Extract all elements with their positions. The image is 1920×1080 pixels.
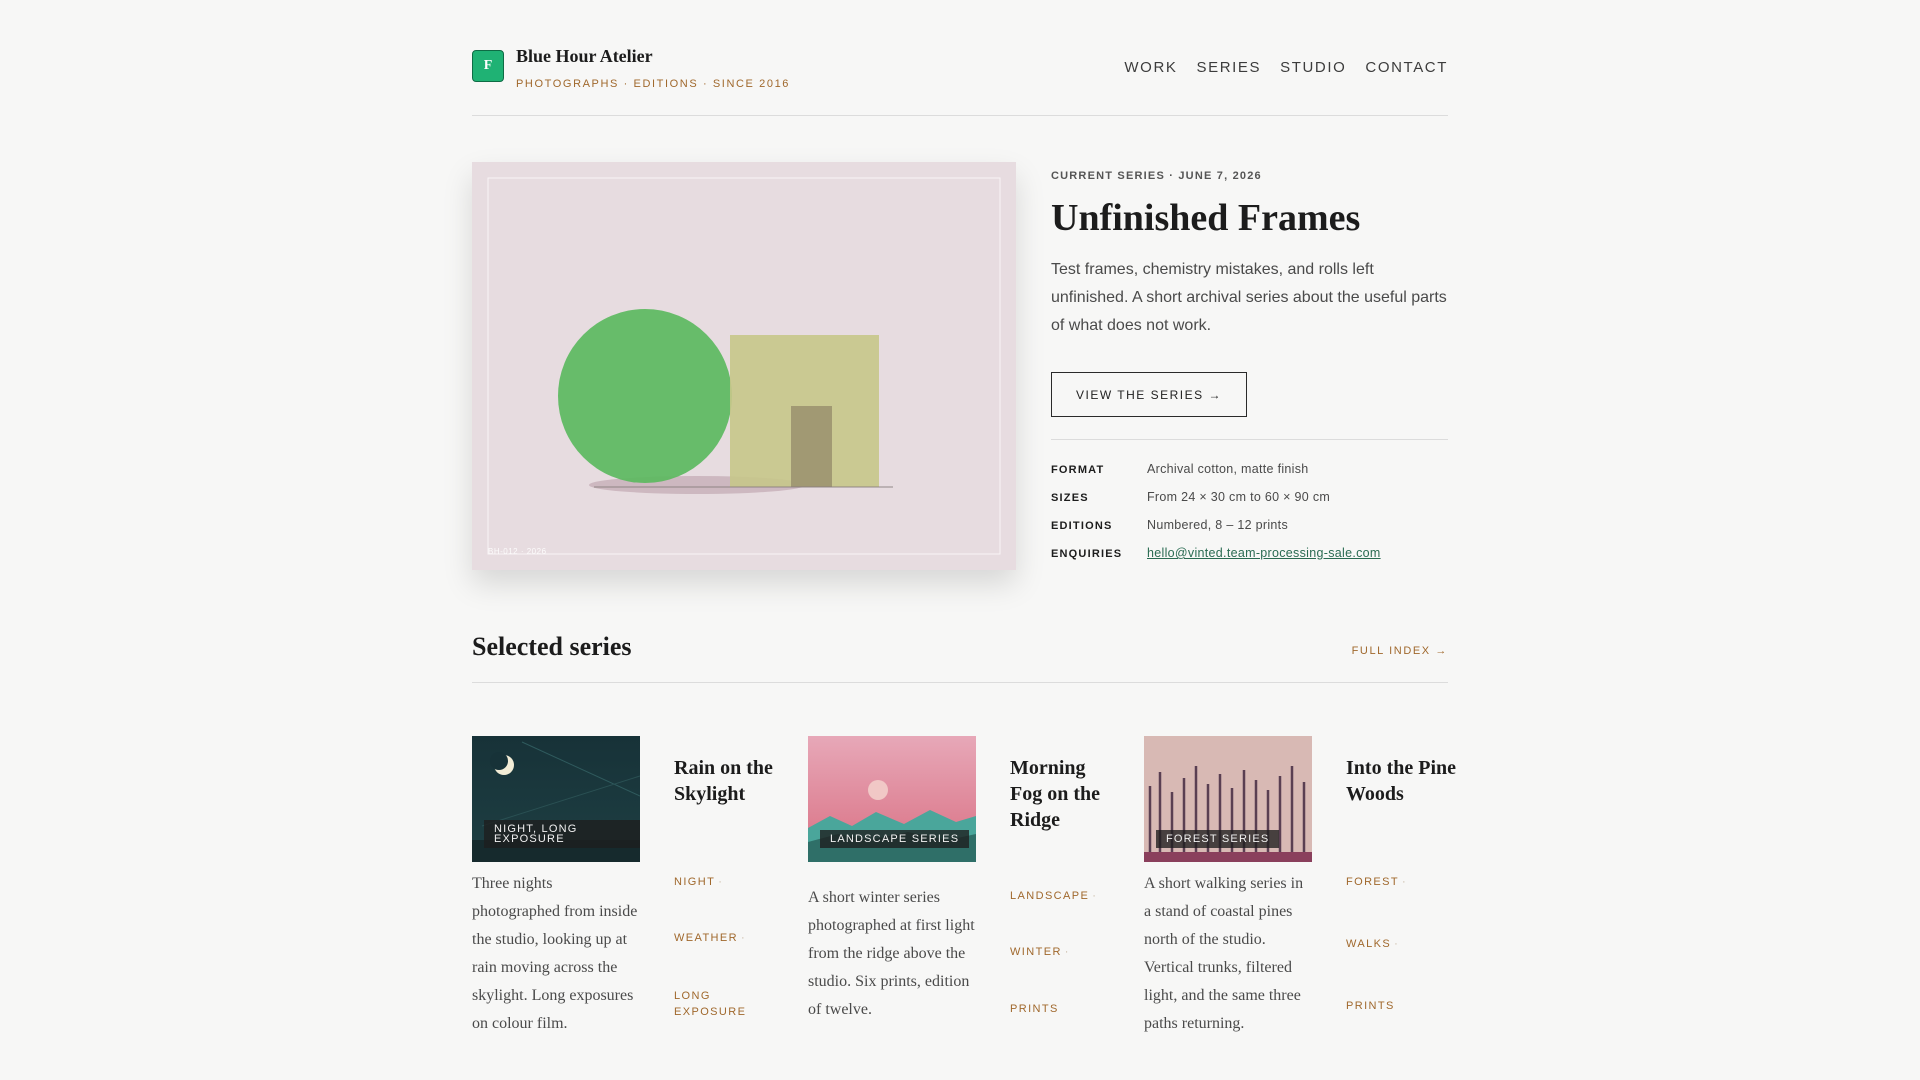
divider xyxy=(472,682,1448,683)
meta-row-format: FORMAT Archival cotton, matte finish xyxy=(1051,462,1448,490)
full-index-link[interactable]: FULL INDEX → xyxy=(1352,645,1448,657)
tag-prints[interactable]: PRINTS xyxy=(1346,998,1395,1014)
meta-row-enquiries: ENQUIRIES hello@vinted.team-processing-s… xyxy=(1051,546,1448,574)
tag-winter[interactable]: WINTER · xyxy=(1010,944,1070,960)
card-title[interactable]: Into the Pine Woods xyxy=(1346,755,1456,807)
enquiries-email-link[interactable]: hello@vinted.team-processing-sale.com xyxy=(1147,546,1381,560)
view-series-button[interactable]: VIEW THE SERIES → xyxy=(1051,372,1247,417)
tag-landscape[interactable]: LANDSCAPE · xyxy=(1010,888,1097,904)
tag-prints[interactable]: PRINTS xyxy=(1010,1001,1059,1017)
tag-label: LONG EXPOSURE xyxy=(674,990,747,1018)
hero-eyebrow: CURRENT SERIES · JUNE 7, 2026 xyxy=(1051,170,1262,182)
hero-artwork-graphic xyxy=(487,177,1001,555)
meta-row-sizes: SIZES From 24 × 30 cm to 60 × 90 cm xyxy=(1051,490,1448,518)
meta-value: From 24 × 30 cm to 60 × 90 cm xyxy=(1147,490,1331,504)
tag-label: WEATHER xyxy=(674,932,738,944)
card-image-label: FOREST SERIES xyxy=(1156,830,1280,848)
nav-work-link[interactable]: WORK xyxy=(1124,59,1177,76)
tag-label: PRINTS xyxy=(1010,1003,1059,1015)
tag-label: WALKS xyxy=(1346,938,1392,950)
card-image-rain[interactable]: NIGHT, LONG EXPOSURE xyxy=(472,736,640,862)
tag-label: WINTER xyxy=(1010,946,1062,958)
hero-description: Test frames, chemistry mistakes, and rol… xyxy=(1051,261,1447,334)
divider xyxy=(1051,439,1448,440)
series-meta: FORMAT Archival cotton, matte finish SIZ… xyxy=(1051,462,1448,574)
logo-badge[interactable]: F xyxy=(472,50,504,82)
card-title[interactable]: Rain on the Skylight xyxy=(674,755,784,807)
meta-key: SIZES xyxy=(1051,492,1089,504)
meta-value: Archival cotton, matte finish xyxy=(1147,462,1309,476)
card-image-pines[interactable]: FOREST SERIES xyxy=(1144,736,1312,862)
nav-studio-link[interactable]: STUDIO xyxy=(1280,59,1346,76)
section-title: Selected series xyxy=(472,632,632,661)
meta-row-editions: EDITIONS Numbered, 8 – 12 prints xyxy=(1051,518,1448,546)
tag-label: PRINTS xyxy=(1346,1000,1395,1012)
meta-key: ENQUIRIES xyxy=(1051,548,1123,560)
meta-key: EDITIONS xyxy=(1051,520,1113,532)
nav-series-link[interactable]: SERIES xyxy=(1197,59,1262,76)
tag-weather[interactable]: WEATHER · xyxy=(674,930,746,946)
card-image-label: LANDSCAPE SERIES xyxy=(820,830,970,848)
site-header: F Blue Hour Atelier PHOTOGRAPHS · EDITIO… xyxy=(472,42,1448,116)
tag-night[interactable]: NIGHT · xyxy=(674,874,723,890)
brand-tagline: PHOTOGRAPHS · EDITIONS · SINCE 2016 xyxy=(516,78,791,90)
card-image-fog[interactable]: LANDSCAPE SERIES xyxy=(808,736,976,862)
card-title[interactable]: Morning Fog on the Ridge xyxy=(1010,755,1120,833)
hero-title: Unfinished Frames xyxy=(1051,197,1361,239)
tag-label: LANDSCAPE xyxy=(1010,890,1090,902)
tag-label: NIGHT xyxy=(674,876,716,888)
tag-long-exposure[interactable]: LONG EXPOSURE xyxy=(674,988,754,1020)
brand-name[interactable]: Blue Hour Atelier xyxy=(516,46,653,67)
tag-label: FOREST xyxy=(1346,876,1400,888)
main-nav: WORK SERIES STUDIO CONTACT xyxy=(1124,59,1448,76)
hero-artwork-image[interactable]: BH-012 · 2026 xyxy=(472,162,1016,570)
card-description: Three nights photographed from inside th… xyxy=(472,875,638,1032)
card-description: A short walking series in a stand of coa… xyxy=(1144,875,1304,1032)
tag-forest[interactable]: FOREST · xyxy=(1346,874,1407,890)
meta-value: Numbered, 8 – 12 prints xyxy=(1147,518,1289,532)
tag-walks[interactable]: WALKS · xyxy=(1346,936,1399,952)
card-image-label: NIGHT, LONG EXPOSURE xyxy=(484,820,640,848)
hero-image-caption: BH-012 · 2026 xyxy=(488,547,547,556)
card-description: A short winter series photographed at fi… xyxy=(808,889,975,1018)
nav-contact-link[interactable]: CONTACT xyxy=(1365,59,1448,76)
meta-key: FORMAT xyxy=(1051,464,1105,476)
